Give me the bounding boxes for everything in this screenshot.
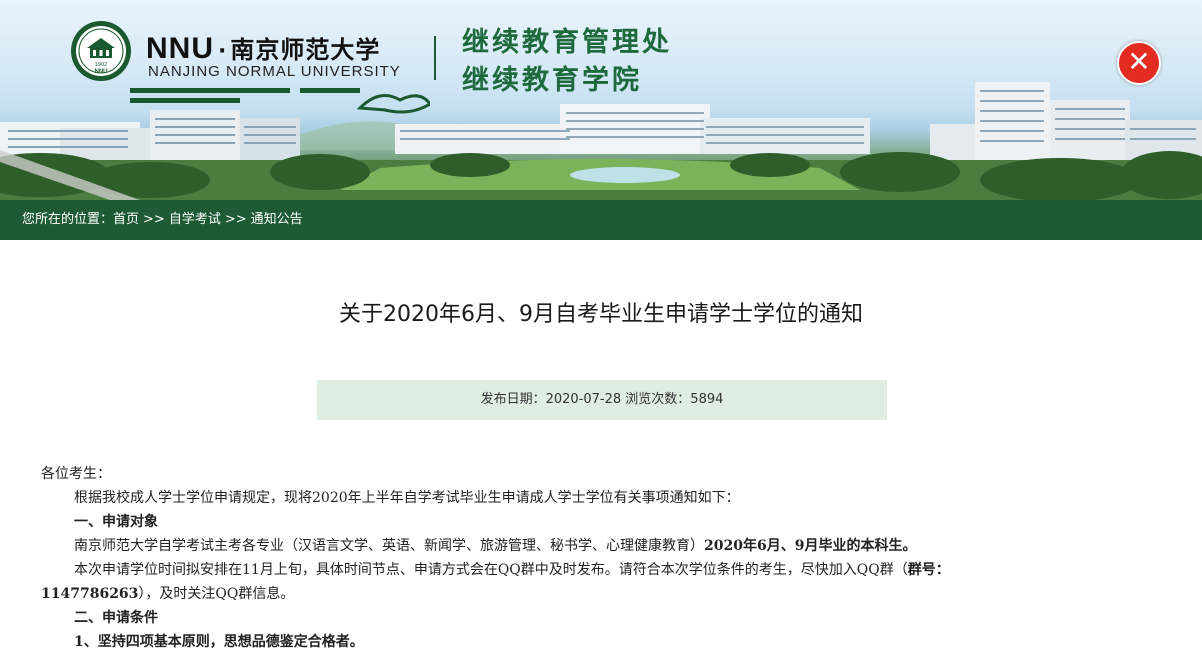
qq-number: 1147786263 [41, 586, 139, 602]
condition-item: 1、坚持四项基本原则，思想品德鉴定合格者。 [74, 634, 364, 650]
cloud-ornament-icon [130, 88, 430, 114]
breadcrumb-notices-link[interactable]: 通知公告 [251, 212, 303, 227]
logo-divider [434, 36, 436, 80]
close-button[interactable]: ✕ [1117, 41, 1161, 85]
section1-text: 南京师范大学自学考试主考各专业（汉语言文学、英语、新闻学、旅游管理、秘书学、心理… [74, 538, 704, 554]
section-heading: 一、申请对象 [74, 514, 158, 530]
header-banner: 1902 NNU NNU · 南京师范大学 NANJING NORMAL UNIVE… [0, 0, 1202, 200]
qq-text: 本次申请学位时间拟安排在11月上旬，具体时间节点、申请方式会在QQ群中及时发布。… [74, 562, 908, 578]
university-seal-icon: 1902 NNU [71, 21, 131, 81]
section1-bold: 2020年6月、9月毕业的本科生。 [704, 538, 917, 554]
breadcrumb-separator: >> [224, 212, 247, 227]
breadcrumb-prefix: 您所在的位置： [22, 212, 114, 227]
university-name-line: NNU · 南京师范大学 [146, 30, 380, 66]
greeting: 各位考生： [41, 466, 111, 482]
breadcrumb: 您所在的位置：首页 >> 自学考试 >> 通知公告 [0, 200, 1202, 240]
seal-year: 1902 [95, 62, 108, 68]
breadcrumb-separator: >> [143, 212, 165, 227]
department-line-1: 继续教育管理处 [462, 27, 672, 58]
section1-paragraph: 南京师范大学自学考试主考各专业（汉语言文学、英语、新闻学、旅游管理、秘书学、心理… [41, 534, 1181, 558]
intro-paragraph: 根据我校成人学士学位申请规定，现将2020年上半年自学考试毕业生申请成人学士学位… [74, 490, 740, 506]
article-meta: 发布日期：2020-07-28 浏览次数：5894 [317, 380, 887, 420]
breadcrumb-home-link[interactable]: 首页 [113, 212, 139, 227]
breadcrumb-self-exam-link[interactable]: 自学考试 [169, 212, 221, 227]
article-body: 各位考生： 根据我校成人学士学位申请规定，现将2020年上半年自学考试毕业生申请… [41, 462, 1181, 654]
qq-paragraph: 本次申请学位时间拟安排在11月上旬，具体时间节点、申请方式会在QQ群中及时发布。… [41, 558, 1181, 582]
name-dot: · [218, 39, 227, 64]
qq-label: 群号： [907, 562, 950, 578]
qq-tail: ），及时关注QQ群信息。 [138, 586, 295, 602]
university-en-name: NANJING NORMAL UNIVERSITY [148, 63, 401, 80]
section-heading: 二、申请条件 [74, 610, 158, 626]
department-name: 继续教育管理处 继续教育学院 [462, 24, 672, 100]
department-line-2: 继续教育学院 [462, 65, 642, 96]
site-logo[interactable]: 1902 NNU NNU · 南京师范大学 NANJING NORMAL UNIVE… [70, 14, 690, 124]
university-cn-name: 南京师范大学 [230, 35, 381, 64]
article-title: 关于2020年6月、9月自考毕业生申请学士学位的通知 [339, 302, 863, 327]
nnu-text: NNU [146, 32, 214, 65]
qq-paragraph-cont: 1147786263），及时关注QQ群信息。 [41, 582, 1181, 606]
seal-short: NNU [95, 69, 108, 75]
